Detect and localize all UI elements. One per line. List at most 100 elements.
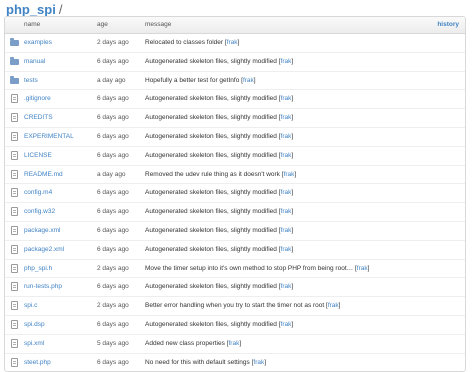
table-row: config.w32 6 days ago Autogenerated skelet… [5, 203, 465, 222]
history-link[interactable]: history [437, 17, 459, 33]
commit-message-cell: Added new class properties [frak] [145, 339, 242, 347]
commit-message-link[interactable]: Autogenerated skeleton files, slightly m… [145, 133, 277, 140]
file-name-link[interactable]: spi.xml [24, 335, 44, 353]
commit-age: 6 days ago [97, 151, 129, 159]
icon-cell [10, 278, 20, 296]
commit-message-cell: No need for this with default settings [… [145, 358, 267, 366]
commit-message-cell: Autogenerated skeleton files, slightly m… [145, 283, 294, 291]
author-link[interactable]: frak [281, 321, 292, 328]
author-link[interactable]: frak [281, 133, 292, 140]
commit-age: 6 days ago [97, 358, 129, 366]
commit-age: a day ago [97, 76, 126, 84]
commit-message-link[interactable]: Autogenerated skeleton files, slightly m… [145, 58, 277, 65]
table-row: EXPERIMENTAL 6 days ago Autogenerated skel… [5, 128, 465, 147]
table-row: package.xml 6 days ago Autogenerated skele… [5, 222, 465, 241]
commit-message-link[interactable]: Added new class properties [145, 340, 225, 347]
file-icon [11, 225, 18, 235]
commit-message-cell: Autogenerated skeleton files, slightly m… [145, 114, 294, 122]
file-name-link[interactable]: run-tests.php [24, 278, 62, 296]
commit-message-cell: Autogenerated skeleton files, slightly m… [145, 245, 294, 253]
author-link[interactable]: frak [328, 302, 339, 309]
file-name-link[interactable]: package2.xml [24, 241, 64, 259]
file-name-link[interactable]: spi.c [24, 297, 37, 315]
author-link[interactable]: frak [281, 114, 292, 121]
file-name-link[interactable]: examples [24, 34, 52, 52]
commit-age: 6 days ago [97, 114, 129, 122]
table-row: package2.xml 6 days ago Autogenerated skel… [5, 241, 465, 260]
file-name-link[interactable]: manual [24, 53, 45, 71]
commit-message-link[interactable]: Autogenerated skeleton files, slightly m… [145, 227, 277, 234]
commit-message-link[interactable]: Move the timer setup into it's own metho… [145, 265, 353, 272]
icon-cell [10, 297, 20, 315]
author-link[interactable]: frak [281, 246, 292, 253]
table-row: php_spi.h 2 days ago Move the timer setup … [5, 260, 465, 279]
table-body: examples 2 days ago Relocated to classes f… [5, 34, 465, 371]
file-name-link[interactable]: package.xml [24, 222, 61, 240]
author-link[interactable]: frak [253, 359, 264, 366]
author-link[interactable]: frak [284, 171, 295, 178]
file-name-link[interactable]: php_spi.h [24, 260, 52, 278]
commit-message-link[interactable]: Autogenerated skeleton files, slightly m… [145, 321, 277, 328]
file-name-link[interactable]: tests [24, 72, 38, 90]
file-icon [11, 113, 18, 123]
commit-message-link[interactable]: Autogenerated skeleton files, slightly m… [145, 95, 277, 102]
file-name-link[interactable]: LICENSE [24, 147, 52, 165]
commit-message-link[interactable]: Autogenerated skeleton files, slightly m… [145, 246, 277, 253]
author-link[interactable]: frak [281, 95, 292, 102]
commit-message-link[interactable]: Removed the udev rule thing as it doesn'… [145, 171, 280, 178]
author-link[interactable]: frak [281, 152, 292, 159]
repo-link[interactable]: php_spi [6, 2, 56, 17]
icon-cell [10, 53, 20, 71]
table-row: steet.php 6 days ago No need for this with… [5, 354, 465, 372]
commit-message-link[interactable]: Autogenerated skeleton files, slightly m… [145, 189, 277, 196]
file-name-link[interactable]: README.md [24, 166, 63, 184]
author-link[interactable]: frak [228, 340, 239, 347]
file-name-link[interactable]: steet.php [24, 354, 51, 372]
table-row: .gitignore 6 days ago Autogenerated skelet… [5, 90, 465, 110]
commit-message-link[interactable]: Hopefully a better test for getInfo [145, 77, 239, 84]
commit-message-cell: Autogenerated skeleton files, slightly m… [145, 151, 294, 159]
file-icon [11, 244, 18, 254]
icon-cell [10, 90, 20, 108]
file-name-link[interactable]: config.w32 [24, 203, 55, 221]
table-row: tests a day ago Hopefully a better test fo… [5, 72, 465, 91]
commit-message-cell: Autogenerated skeleton files, slightly m… [145, 208, 294, 216]
author-link[interactable]: frak [281, 189, 292, 196]
header-message: message [145, 21, 172, 28]
author-link[interactable]: frak [281, 283, 292, 290]
file-icon [11, 357, 18, 367]
commit-message-cell: Autogenerated skeleton files, slightly m… [145, 226, 294, 234]
file-icon [11, 169, 18, 179]
commit-message-cell: Removed the udev rule thing as it doesn'… [145, 170, 297, 178]
author-link[interactable]: frak [281, 208, 292, 215]
author-link[interactable]: frak [281, 227, 292, 234]
author-link[interactable]: frak [227, 39, 238, 46]
file-name-link[interactable]: config.m4 [24, 184, 52, 202]
file-name-link[interactable]: .gitignore [24, 90, 51, 108]
commit-age: 6 days ago [97, 95, 129, 103]
author-link[interactable]: frak [357, 265, 368, 272]
file-name-link[interactable]: spi.dsp [24, 316, 45, 334]
author-link[interactable]: frak [243, 77, 254, 84]
table-row: spi.c 2 days ago Better error handling whe… [5, 297, 465, 316]
commit-message-link[interactable]: No need for this with default settings [145, 359, 250, 366]
commit-message-link[interactable]: Better error handling when you try to st… [145, 302, 324, 309]
commit-message-link[interactable]: Autogenerated skeleton files, slightly m… [145, 114, 277, 121]
breadcrumb-separator: / [58, 2, 63, 17]
commit-message-link[interactable]: Autogenerated skeleton files, slightly m… [145, 152, 277, 159]
commit-message-link[interactable]: Relocated to classes folder [145, 39, 223, 46]
icon-cell [10, 184, 20, 202]
icon-cell [10, 147, 20, 165]
table-row: manual 6 days ago Autogenerated skeleton f… [5, 53, 465, 72]
file-name-link[interactable]: EXPERIMENTAL [24, 128, 74, 146]
file-icon [11, 94, 18, 104]
commit-message-cell: Autogenerated skeleton files, slightly m… [145, 132, 294, 140]
file-name-link[interactable]: CREDITS [24, 109, 53, 127]
commit-message-link[interactable]: Autogenerated skeleton files, slightly m… [145, 208, 277, 215]
table-row: config.m4 6 days ago Autogenerated skeleto… [5, 184, 465, 204]
commit-message-cell: Hopefully a better test for getInfo [fra… [145, 76, 256, 84]
table-header: name age message history [5, 17, 465, 34]
file-icon [11, 188, 18, 198]
commit-message-link[interactable]: Autogenerated skeleton files, slightly m… [145, 283, 277, 290]
author-link[interactable]: frak [281, 58, 292, 65]
